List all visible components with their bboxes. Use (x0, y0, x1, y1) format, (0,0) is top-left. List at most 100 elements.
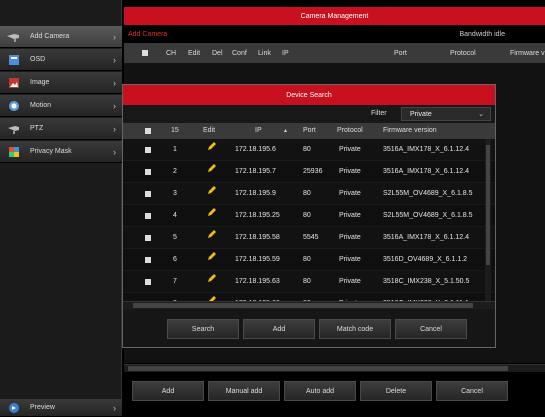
row-number: 3 (173, 190, 177, 197)
edit-pencil-icon[interactable] (207, 293, 217, 301)
col-ch[interactable]: CH (166, 50, 176, 57)
row-firmware: S2L55M_OV4689_X_6.1.8.5 (383, 212, 473, 219)
table-row[interactable]: 8 172.18.195.68 80 Private 3518C_IMX322_X_6.… (123, 293, 495, 301)
row-checkbox[interactable] (145, 169, 151, 175)
edit-pencil-icon[interactable] (207, 205, 217, 216)
chevron-right-icon: › (113, 77, 116, 88)
match-code-button[interactable]: Match code (319, 319, 391, 339)
sidebar-item-label: Add Camera (30, 33, 70, 40)
table-row[interactable]: 1 172.18.195.6 80 Private 3516A_IMX178_X_6.1… (123, 139, 495, 161)
row-checkbox[interactable] (145, 191, 151, 197)
row-firmware: 3518C_IMX322_X_6.1.11.1 (383, 293, 469, 301)
row-port: 80 (303, 212, 311, 219)
col-conf[interactable]: Conf (232, 50, 247, 57)
sort-ascending-icon[interactable]: ▲ (283, 123, 288, 139)
sidebar: Add Camera › OSD › Image › Motion › PTZ … (0, 0, 122, 417)
sidebar-item-ptz[interactable]: PTZ › (0, 118, 122, 140)
row-ip: 172.18.195.63 (235, 278, 280, 285)
row-number: 7 (173, 278, 177, 285)
table-row[interactable]: 3 172.18.195.9 80 Private S2L55M_OV4689_X_6.… (123, 183, 495, 205)
row-port: 80 (303, 146, 311, 153)
col-firmware[interactable]: Firmware version (383, 123, 437, 139)
col-edit[interactable]: Edit (203, 123, 215, 139)
col-ip[interactable]: IP (255, 123, 262, 139)
edit-pencil-icon[interactable] (207, 271, 217, 282)
scrollbar-thumb[interactable] (133, 303, 473, 308)
row-number: 8 (173, 293, 177, 301)
select-all-checkbox[interactable] (145, 128, 151, 134)
sidebar-item-add-camera[interactable]: Add Camera › (0, 26, 122, 48)
sidebar-item-privacy-mask[interactable]: Privacy Mask › (0, 141, 122, 163)
row-number: 2 (173, 168, 177, 175)
edit-pencil-icon[interactable] (207, 249, 217, 260)
row-port: 5545 (303, 234, 319, 241)
sidebar-item-preview[interactable]: Preview › (0, 399, 122, 417)
row-protocol: Private (339, 293, 361, 301)
dialog-add-button[interactable]: Add (243, 319, 315, 339)
filter-select[interactable]: Private ⌄ (401, 107, 491, 121)
dialog-cancel-button[interactable]: Cancel (395, 319, 467, 339)
row-protocol: Private (339, 212, 361, 219)
row-number: 5 (173, 234, 177, 241)
row-ip: 172.18.195.59 (235, 256, 280, 263)
col-protocol[interactable]: Protocol (450, 50, 476, 57)
col-link[interactable]: Link (258, 50, 271, 57)
row-firmware: 3516A_IMX178_X_6.1.12.4 (383, 168, 470, 175)
table-row[interactable]: 4 172.18.195.25 80 Private S2L55M_OV4689_X_6… (123, 205, 495, 227)
edit-pencil-icon[interactable] (207, 161, 217, 172)
edit-pencil-icon[interactable] (207, 183, 217, 194)
table-row[interactable]: 2 172.18.195.7 25936 Private 3516A_IMX178_X_… (123, 161, 495, 183)
col-protocol[interactable]: Protocol (337, 123, 363, 139)
motion-icon (6, 100, 22, 112)
device-table-body: 1 172.18.195.6 80 Private 3516A_IMX178_X_6.1… (123, 139, 495, 301)
search-button[interactable]: Search (167, 319, 239, 339)
col-port[interactable]: Port (303, 123, 316, 139)
privacy-mask-icon (6, 146, 22, 158)
device-list-horizontal-scrollbar[interactable] (123, 301, 495, 309)
device-list-vertical-scrollbar[interactable] (485, 139, 491, 301)
row-number: 6 (173, 256, 177, 263)
row-ip: 172.18.195.7 (235, 168, 276, 175)
main-horizontal-scrollbar[interactable] (124, 364, 545, 372)
delete-button[interactable]: Delete (360, 381, 432, 401)
row-checkbox[interactable] (145, 235, 151, 241)
row-checkbox[interactable] (145, 257, 151, 263)
device-table-header: 15 Edit IP ▲ Port Protocol Firmware vers… (123, 123, 495, 139)
table-row[interactable]: 7 172.18.195.63 80 Private 3518C_IMX238_X_5.… (123, 271, 495, 293)
row-port: 80 (303, 278, 311, 285)
sidebar-item-label: OSD (30, 56, 46, 63)
bottom-button-bar: Add Manual add Auto add Delete Cancel (124, 378, 545, 404)
row-checkbox[interactable] (145, 213, 151, 219)
select-all-checkbox[interactable] (142, 50, 148, 56)
auto-add-button[interactable]: Auto add (284, 381, 356, 401)
col-edit[interactable]: Edit (188, 50, 200, 57)
col-del[interactable]: Del (212, 50, 223, 57)
table-row[interactable]: 6 172.18.195.59 80 Private 3516D_OV4689_X_6.… (123, 249, 495, 271)
scrollbar-thumb[interactable] (128, 366, 508, 371)
filter-label: Filter (371, 110, 387, 117)
edit-pencil-icon[interactable] (207, 227, 217, 238)
manual-add-button[interactable]: Manual add (208, 381, 280, 401)
edit-pencil-icon[interactable] (207, 139, 217, 150)
col-port[interactable]: Port (394, 50, 407, 57)
row-checkbox[interactable] (145, 147, 151, 153)
add-button[interactable]: Add (132, 381, 204, 401)
row-ip: 172.18.195.68 (235, 293, 280, 301)
camera-icon (6, 31, 22, 43)
row-protocol: Private (339, 168, 361, 175)
scrollbar-thumb[interactable] (486, 145, 490, 265)
row-firmware: S2L55M_OV4689_X_6.1.8.5 (383, 190, 473, 197)
col-ip[interactable]: IP (282, 50, 289, 57)
sidebar-item-osd[interactable]: OSD › (0, 49, 122, 71)
cancel-button[interactable]: Cancel (436, 381, 508, 401)
sidebar-item-motion[interactable]: Motion › (0, 95, 122, 117)
row-firmware: 3516D_OV4689_X_6.1.1.2 (383, 256, 468, 263)
col-firmware[interactable]: Firmware v (510, 50, 545, 57)
row-checkbox[interactable] (145, 279, 151, 285)
sidebar-item-image[interactable]: Image › (0, 72, 122, 94)
bandwidth-status: Bandwidth idle (459, 30, 505, 38)
chevron-right-icon: › (113, 402, 116, 413)
row-firmware: 3516A_IMX178_X_6.1.12.4 (383, 146, 470, 153)
sidebar-item-label: Image (30, 79, 50, 86)
table-row[interactable]: 5 172.18.195.58 5545 Private 3516A_IMX178_X_… (123, 227, 495, 249)
